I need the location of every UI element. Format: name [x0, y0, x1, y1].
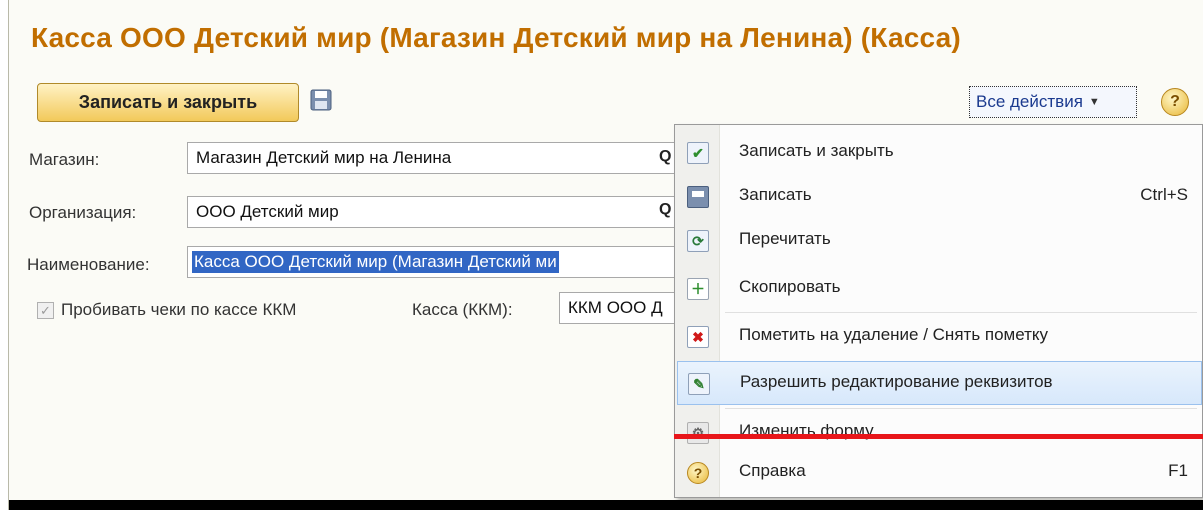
- menu-item-mark-delete[interactable]: ✖ Пометить на удаление / Снять пометку: [675, 315, 1203, 359]
- chevron-down-icon: ▼: [1088, 96, 1100, 108]
- kkm-label: Касса (ККМ):: [412, 300, 513, 319]
- menu-item-label: Справка: [739, 461, 806, 480]
- menu-item-label: Перечитать: [739, 229, 831, 248]
- menu-item-save-close[interactable]: ✔ Записать и закрыть: [675, 131, 1203, 175]
- menu-separator: [725, 312, 1197, 313]
- copy-icon: ＋: [687, 278, 709, 300]
- menu-item-label: Пометить на удаление / Снять пометку: [739, 325, 1049, 344]
- kkm-value: ККМ ООО Д: [568, 298, 663, 317]
- search-icon[interactable]: Q: [659, 201, 671, 219]
- organization-label: Организация:: [29, 203, 137, 222]
- menu-item-label: Записать: [739, 185, 812, 204]
- form-title: Касса ООО Детский мир (Магазин Детский м…: [31, 22, 961, 53]
- floppy-icon: [687, 186, 709, 208]
- organization-field[interactable]: ООО Детский мир: [187, 196, 687, 228]
- kkm-field[interactable]: ККМ ООО Д: [559, 292, 687, 324]
- menu-item-label: Скопировать: [739, 277, 841, 296]
- menu-item-save[interactable]: Записать Ctrl+S: [675, 175, 1203, 219]
- menu-item-label: Разрешить редактирование реквизитов: [740, 372, 1053, 391]
- menu-item-help[interactable]: ? Справка F1: [675, 451, 1203, 495]
- all-actions-button[interactable]: Все действия ▼: [969, 86, 1137, 118]
- floppy-icon[interactable]: [309, 88, 333, 112]
- menu-item-shortcut: Ctrl+S: [1140, 185, 1188, 204]
- store-field[interactable]: Магазин Детский мир на Ленина: [187, 142, 687, 174]
- red-underline-menu: [674, 434, 1203, 439]
- name-field[interactable]: Касса ООО Детский мир (Магазин Детский м…: [187, 246, 687, 278]
- menu-item-allow-edit[interactable]: ✎ Разрешить редактирование реквизитов: [677, 361, 1202, 405]
- store-value: Магазин Детский мир на Ленина: [196, 148, 452, 167]
- name-label: Наименование:: [27, 255, 150, 274]
- all-actions-label: Все действия: [976, 92, 1083, 111]
- print-checks-label: Пробивать чеки по кассе ККМ: [61, 300, 297, 319]
- refresh-icon: ⟳: [687, 230, 709, 252]
- store-label: Магазин:: [29, 150, 100, 169]
- pencil-icon: ✎: [688, 373, 710, 395]
- menu-item-shortcut: F1: [1168, 461, 1188, 480]
- help-button[interactable]: ?: [1161, 88, 1189, 116]
- search-icon[interactable]: Q: [659, 148, 671, 166]
- save-and-close-button[interactable]: Записать и закрыть: [37, 83, 299, 122]
- check-icon: ✔: [687, 142, 709, 164]
- bottom-edge: [9, 500, 1203, 510]
- delete-mark-icon: ✖: [687, 326, 709, 348]
- menu-item-copy[interactable]: ＋ Скопировать: [675, 267, 1203, 311]
- help-icon: ?: [687, 462, 709, 484]
- gear-icon: ⚙: [687, 422, 709, 444]
- menu-item-label: Записать и закрыть: [739, 141, 894, 160]
- all-actions-menu: ✔ Записать и закрыть Записать Ctrl+S ⟳ П…: [674, 124, 1203, 498]
- menu-separator: [725, 408, 1197, 409]
- organization-value: ООО Детский мир: [196, 202, 339, 221]
- menu-item-reread[interactable]: ⟳ Перечитать: [675, 219, 1203, 263]
- name-value: Касса ООО Детский мир (Магазин Детский м…: [192, 251, 559, 273]
- menu-item-change-form[interactable]: ⚙ Изменить форму...: [675, 411, 1203, 455]
- print-checks-checkbox[interactable]: ✓: [37, 302, 54, 319]
